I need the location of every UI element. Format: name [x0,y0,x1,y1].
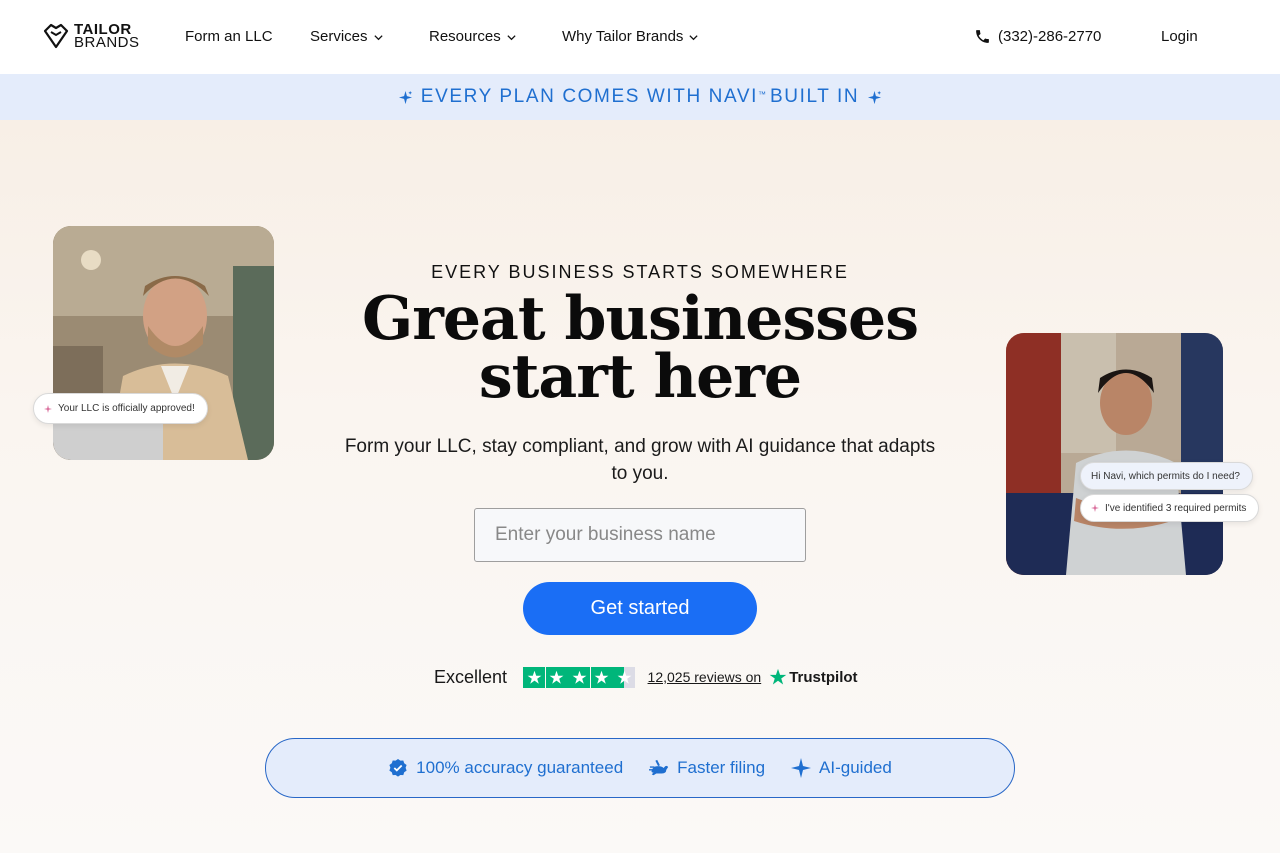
brand-name-line2: BRANDS [74,34,140,51]
trustpilot-star [613,666,636,688]
trustpilot-star-icon [769,668,787,685]
nav-form-llc[interactable]: Form an LLC [185,28,273,45]
top-nav: TAILOR BRANDS Form an LLC Services Resou… [0,0,1280,74]
hero-section: Your LLC is officially approved! Hi Navi… [0,120,1280,853]
trustpilot-star [545,666,568,688]
nav-item-label: Services [310,28,368,45]
headline-line-2: start here [478,342,802,412]
hero-subtitle: Form your LLC, stay compliant, and grow … [344,436,936,484]
trustpilot-brand: Trustpilot [789,668,858,686]
feature-label: AI-guided [819,758,892,777]
reviews-count-link[interactable]: 12,025 reviews on [648,669,762,685]
chip-text: Hi Navi, which permits do I need? [1091,470,1240,482]
feature-label: Faster filing [677,758,766,777]
business-name-input[interactable] [474,508,806,562]
banner-text-end: BUILT IN [770,86,860,107]
feature-label: 100% accuracy guaranteed [416,758,624,777]
nav-item-label: Form an LLC [185,28,273,45]
brand-logo[interactable]: TAILOR BRANDS [42,22,140,50]
trustpilot-star [523,666,546,688]
hero-headline: Great businesses start here [0,284,1280,412]
features-bar: 100% accuracy guaranteed Faster filing A… [265,738,1015,798]
sparkle-icon [791,758,812,778]
nav-item-label: Why Tailor Brands [562,28,684,45]
banner-text: EVERY PLAN COMES WITH NAVI [420,86,759,107]
trustpilot-star [590,666,613,688]
headline-line-1: Great businesses [362,284,919,354]
phone-icon [976,30,989,43]
nav-item-label: Resources [429,28,501,45]
logo-mark-icon [43,23,69,49]
nav-services[interactable]: Services [310,28,384,45]
verified-check-icon [389,759,407,777]
phone-link[interactable]: (332)-286-2770 [974,28,1101,45]
trustpilot-star [568,666,591,688]
trustpilot-widget[interactable]: Excellent 12,025 reviews on Trustpilot [434,666,858,688]
rating-word: Excellent [434,666,508,687]
promo-banner: EVERY PLAN COMES WITH NAVI ™ BUILT IN [0,74,1280,120]
hero-kicker: EVERY BUSINESS STARTS SOMEWHERE [431,262,849,282]
nav-why-tailor-brands[interactable]: Why Tailor Brands [562,28,699,45]
feature-ai-guided: AI-guided [791,758,892,778]
sparkle-icon [868,90,882,104]
trustpilot-stars [523,666,636,688]
trademark-symbol: ™ [758,89,767,99]
feature-faster-filing: Faster filing [649,758,765,778]
chevron-down-icon [689,35,699,41]
navi-answer-chip: I've identified 3 required permits [1080,494,1260,522]
login-link[interactable]: Login [1161,28,1198,45]
chip-text: I've identified 3 required permits [1105,502,1247,514]
sparkle-icon [398,90,412,104]
feature-accuracy: 100% accuracy guaranteed [388,758,623,778]
phone-number: (332)-286-2770 [998,28,1102,45]
chevron-down-icon [507,35,516,41]
get-started-button[interactable]: Get started [523,582,757,635]
trustpilot-logo: Trustpilot [769,668,858,686]
nav-resources[interactable]: Resources [429,28,517,45]
sparkle-icon [1091,504,1099,512]
rabbit-icon [649,759,669,776]
chevron-down-icon [373,35,383,41]
navi-question-chip: Hi Navi, which permits do I need? [1080,462,1253,490]
